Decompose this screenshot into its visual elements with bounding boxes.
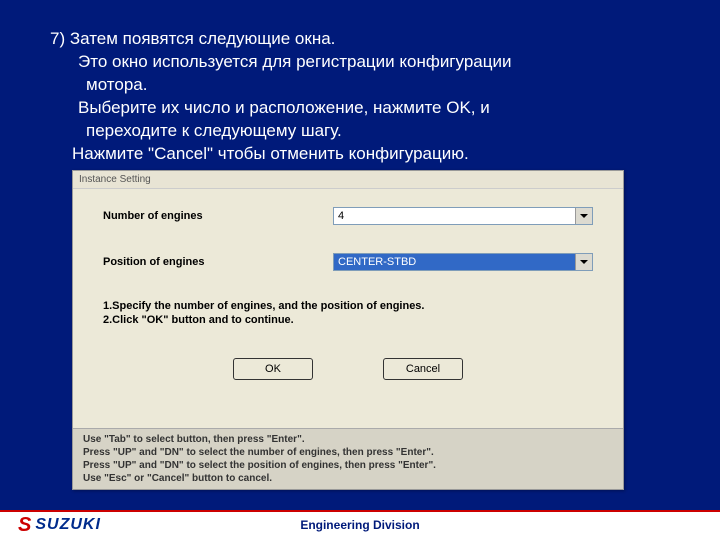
hint-2: Press "UP" and "DN" to select the number… (83, 446, 613, 459)
dialog-instructions: 1.Specify the number of engines, and the… (103, 299, 593, 328)
step-line3: мотора. (50, 74, 670, 97)
hint-1: Use "Tab" to select button, then press "… (83, 433, 613, 446)
label-position-of-engines: Position of engines (103, 256, 333, 268)
step-number: 7) (50, 29, 65, 48)
step-line1: Затем появятся следующие окна. (70, 29, 336, 48)
hint-3: Press "UP" and "DN" to select the positi… (83, 459, 613, 472)
ok-button[interactable]: OK (233, 358, 313, 380)
row-number-of-engines: Number of engines 4 (103, 207, 593, 225)
step-line5: переходите к следующему шагу. (50, 120, 670, 143)
dialog-button-row: OK Cancel (103, 358, 593, 380)
instruction-2: 2.Click "OK" button and to continue. (103, 313, 593, 327)
dialog-form: Number of engines 4 Position of engines … (73, 189, 623, 390)
chevron-down-icon (580, 260, 588, 264)
hint-panel: Use "Tab" to select button, then press "… (73, 428, 623, 489)
step-text: 7) Затем появятся следующие окна. Это ок… (50, 28, 670, 166)
select-value: 4 (338, 210, 344, 222)
chevron-down-icon (580, 214, 588, 218)
select-value: CENTER-STBD (338, 256, 416, 268)
step-line2: Это окно используется для регистрации ко… (50, 51, 670, 74)
hint-4: Use "Esc" or "Cancel" button to cancel. (83, 472, 613, 485)
footer-accent-line (0, 510, 720, 512)
dialog-window: Instance Setting Number of engines 4 Pos… (72, 170, 624, 490)
slide-body: 7) Затем появятся следующие окна. Это ок… (0, 0, 720, 166)
slide-footer: S SUZUKI Engineering Division (0, 510, 720, 540)
select-number-of-engines[interactable]: 4 (333, 207, 593, 225)
cancel-button[interactable]: Cancel (383, 358, 463, 380)
dialog-title: Instance Setting (73, 171, 623, 189)
footer-caption: Engineering Division (0, 518, 720, 532)
step-line6: Нажмите "Cancel" чтобы отменить конфигур… (50, 143, 670, 166)
row-position-of-engines: Position of engines CENTER-STBD (103, 253, 593, 271)
instruction-1: 1.Specify the number of engines, and the… (103, 299, 593, 313)
step-line4: Выберите их число и расположение, нажмит… (50, 97, 670, 120)
label-number-of-engines: Number of engines (103, 210, 333, 222)
select-position-of-engines[interactable]: CENTER-STBD (333, 253, 593, 271)
